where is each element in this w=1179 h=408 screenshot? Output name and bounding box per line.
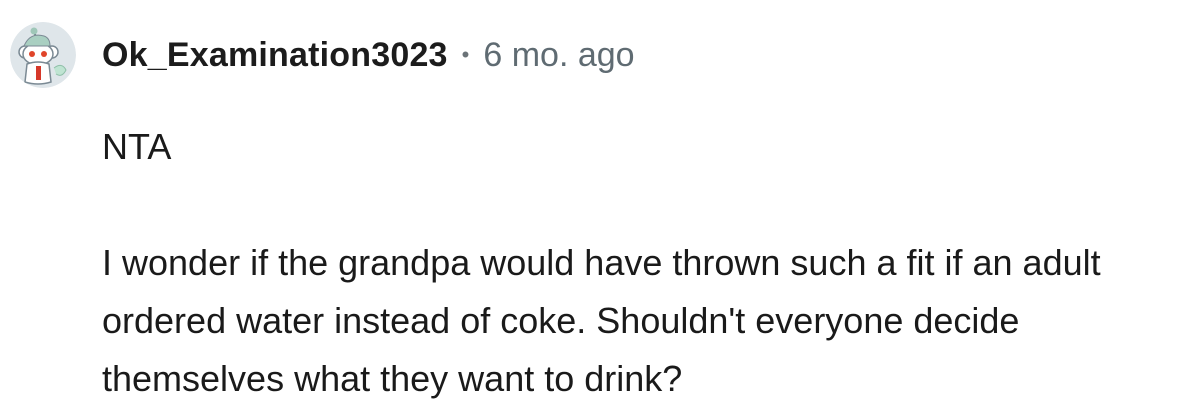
snoo-avatar-icon[interactable] xyxy=(10,22,76,88)
comment-header: Ok_Examination3023 • 6 mo. ago xyxy=(10,18,635,92)
comment-paragraph: I wonder if the grandpa would have throw… xyxy=(102,242,1101,399)
comment-timestamp[interactable]: 6 mo. ago xyxy=(483,36,634,75)
comment-author-username[interactable]: Ok_Examination3023 xyxy=(102,36,448,75)
comment-verdict: NTA xyxy=(102,126,172,167)
comment: Ok_Examination3023 • 6 mo. ago NTA I won… xyxy=(0,0,1179,408)
meta-separator: • xyxy=(461,42,470,67)
comment-body: NTA I wonder if the grandpa would have t… xyxy=(102,118,1167,408)
